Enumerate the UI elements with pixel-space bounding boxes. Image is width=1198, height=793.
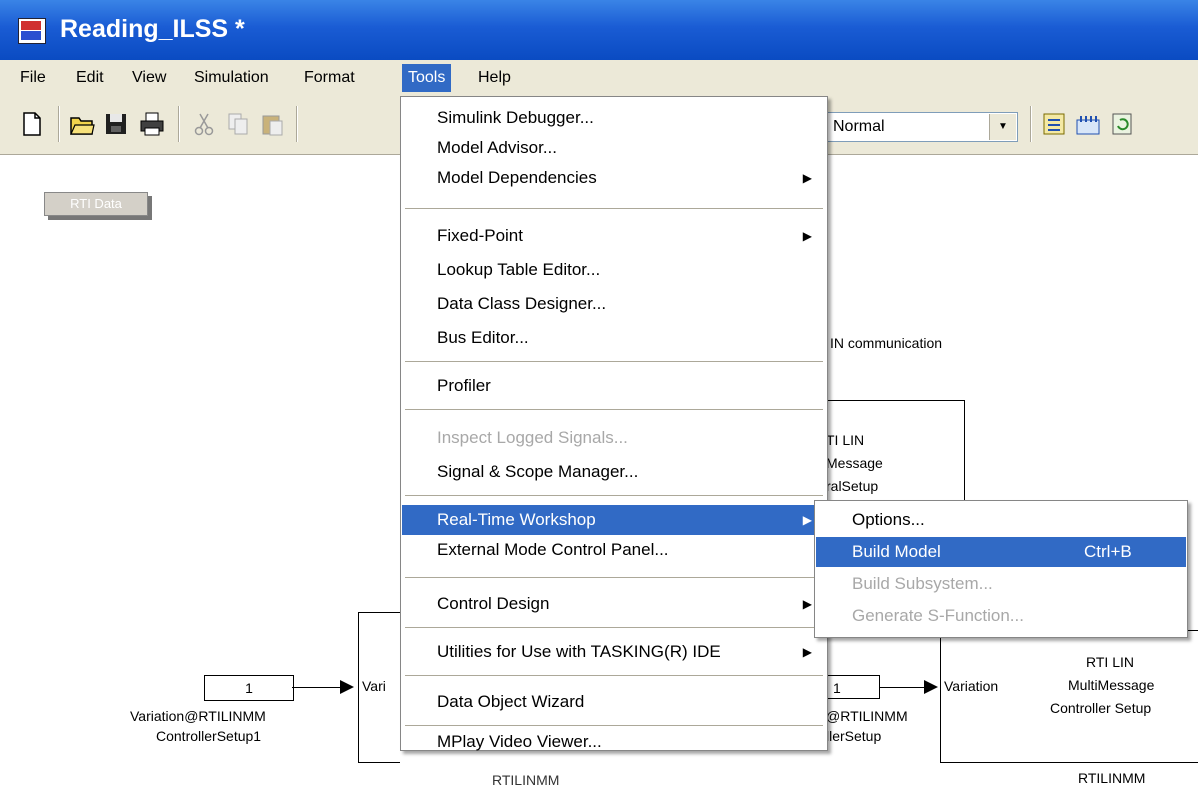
block-border [358,612,400,613]
toolbar-separator [58,106,60,142]
submenu-arrow-icon: ▶ [802,171,812,185]
rti-data-block[interactable]: RTI Data [44,192,148,216]
block-border [358,612,359,762]
submenu-arrow-icon: ▶ [802,513,812,527]
mm-block-text-2: MultiMessage [1068,677,1155,693]
menu-item-simulink-debugger[interactable]: Simulink Debugger... [402,103,826,133]
menu-help[interactable]: Help [472,64,517,92]
submenu-item-build-model[interactable]: Build Model Ctrl+B [816,537,1186,567]
menu-item-external-mode-control-panel[interactable]: External Mode Control Panel... [402,535,826,565]
real-time-workshop-submenu: Options... Build Model Ctrl+B Build Subsy… [814,500,1188,638]
constant-right-label-1: @RTILINMM [826,708,908,724]
submenu-arrow-icon: ▶ [802,229,812,243]
general-setup-text-1: TI LIN [826,432,865,448]
menu-item-data-class-designer[interactable]: Data Class Designer... [402,289,826,319]
menu-item-model-advisor[interactable]: Model Advisor... [402,133,826,163]
menu-item-fixed-point[interactable]: Fixed-Point ▶ [402,221,826,251]
toolbar-separator [1030,106,1032,142]
title-bar: Reading_ILSS * [0,0,1198,60]
menu-edit[interactable]: Edit [70,64,110,92]
menu-separator [405,409,823,410]
mm-block-text-3: Controller Setup [1050,700,1152,716]
simulation-mode-value: Normal [833,118,885,135]
menu-item-signal-scope-manager[interactable]: Signal & Scope Manager... [402,457,826,487]
menu-item-real-time-workshop[interactable]: Real-Time Workshop ▶ [402,505,826,535]
refresh-icon[interactable] [1108,110,1136,138]
menu-tools[interactable]: Tools [402,64,452,92]
chevron-down-icon[interactable]: ▼ [989,114,1016,140]
menu-item-mplay-video-viewer[interactable]: MPlay Video Viewer... [402,733,826,750]
general-setup-text-3: ralSetup [826,478,879,494]
constant-block-left[interactable]: 1 [204,675,294,701]
menu-item-profiler[interactable]: Profiler [402,371,826,401]
block-border [358,762,400,763]
toolbar-separator [296,106,298,142]
menu-item-control-design[interactable]: Control Design ▶ [402,589,826,619]
constant-block-right[interactable]: 1 [826,675,880,699]
submenu-item-options[interactable]: Options... [816,505,1186,535]
general-setup-text-2: Message [826,455,883,471]
mm-block-text-1: RTI LIN [1086,654,1134,670]
menu-simulation[interactable]: Simulation [188,64,275,92]
lin-communication-label: IN communication [830,335,943,351]
constant-left-label-1: Variation@RTILINMM [130,708,266,724]
block-border [940,762,1198,763]
library-browser-icon[interactable] [1074,110,1102,138]
block-border [964,400,965,500]
signal-line [880,687,924,688]
menu-item-model-dependencies[interactable]: Model Dependencies ▶ [402,163,826,193]
port-label-variation: Variation [944,678,999,694]
menu-item-inspect-logged-signals: Inspect Logged Signals... [437,428,628,447]
submenu-arrow-icon: ▶ [802,645,812,659]
window-title: Reading_ILSS * [60,15,245,43]
submenu-item-build-subsystem: Build Subsystem... [852,574,993,593]
menu-separator [405,675,823,676]
block-name-cut: RTILINMM [492,772,560,788]
menu-view[interactable]: View [126,64,172,92]
submenu-item-generate-s-function: Generate S-Function... [852,606,1024,625]
shortcut-label: Ctrl+B [1084,542,1132,561]
menu-separator [405,208,823,209]
cut-icon[interactable] [190,110,218,138]
model-explorer-icon[interactable] [1040,110,1068,138]
open-folder-icon[interactable] [68,110,96,138]
signal-arrow [924,680,938,694]
constant-left-label-2: ControllerSetup1 [156,728,262,744]
block-border [940,630,941,762]
menu-bar: File Edit View Simulation Format Tools H… [0,60,1198,96]
signal-arrow [340,680,354,694]
simulation-mode-select[interactable]: Normal ▼ [826,112,1018,142]
tools-menu: Simulink Debugger... Model Advisor... Mo… [400,96,828,751]
block-border [826,400,964,401]
menu-item-tasking-utilities[interactable]: Utilities for Use with TASKING(R) IDE ▶ [402,637,826,667]
menu-item-lookup-table-editor[interactable]: Lookup Table Editor... [402,255,826,285]
save-icon[interactable] [102,110,130,138]
menu-separator [405,577,823,578]
toolbar-separator [178,106,180,142]
paste-icon[interactable] [258,110,286,138]
menu-item-bus-editor[interactable]: Bus Editor... [402,323,826,353]
port-label-vari: Vari [362,678,386,694]
submenu-arrow-icon: ▶ [802,597,812,611]
new-file-icon[interactable] [18,110,46,138]
simulink-app-icon [18,18,46,44]
print-icon[interactable] [138,110,166,138]
signal-line [292,687,340,688]
menu-separator [405,495,823,496]
copy-icon[interactable] [224,110,252,138]
menu-separator [405,627,823,628]
constant-right-label-2: llerSetup [826,728,882,744]
menu-format[interactable]: Format [298,64,361,92]
mm-block-name: RTILINMM [1078,770,1146,786]
menu-file[interactable]: File [14,64,52,92]
menu-item-data-object-wizard[interactable]: Data Object Wizard [402,687,826,717]
menu-separator [405,361,823,362]
menu-separator [405,725,823,726]
